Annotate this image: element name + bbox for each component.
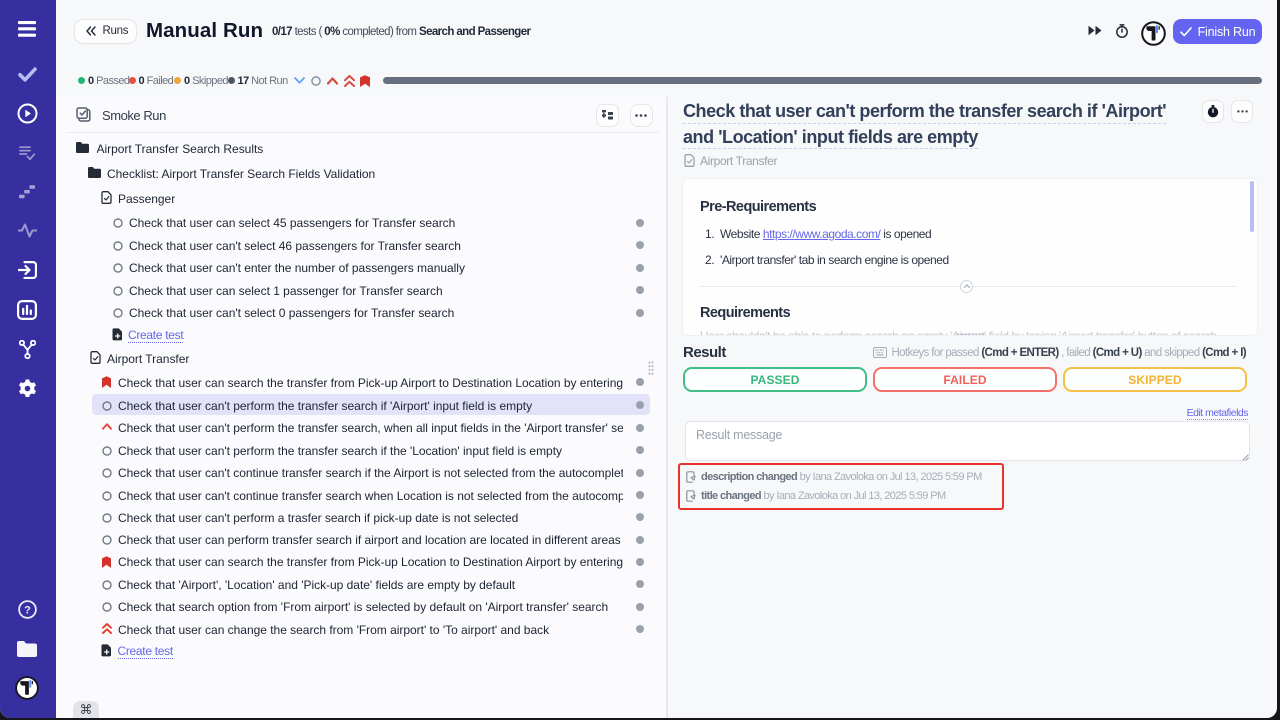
svg-text:?: ? (24, 605, 31, 617)
